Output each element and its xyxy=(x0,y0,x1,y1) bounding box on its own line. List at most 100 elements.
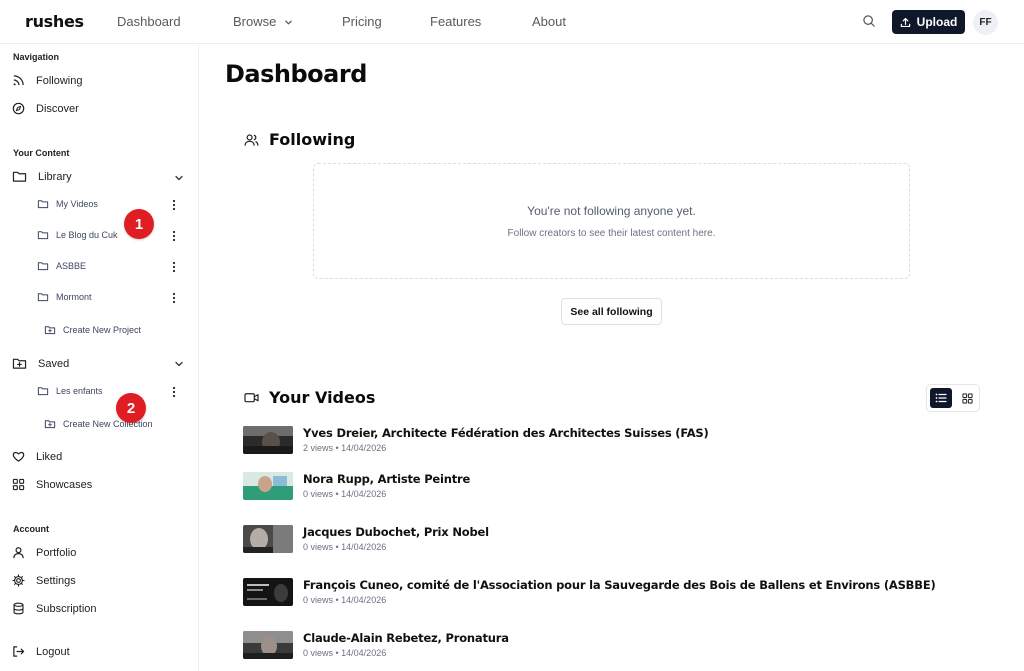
video-title[interactable]: Yves Dreier, Architecte Fédération des A… xyxy=(303,426,709,440)
folder-icon xyxy=(37,293,49,302)
sidebar-item-label: Settings xyxy=(36,574,76,587)
nav-pricing[interactable]: Pricing xyxy=(342,14,382,29)
your-videos-title-label: Your Videos xyxy=(269,388,376,407)
folder-icon xyxy=(37,231,49,240)
sidebar-item-label: Logout xyxy=(36,645,70,658)
sidebar-item-showcases[interactable]: Showcases xyxy=(12,478,92,491)
sidebar-item-label: Following xyxy=(36,74,83,87)
section-label-account: Account xyxy=(13,524,49,534)
video-title[interactable]: François Cuneo, comité de l'Association … xyxy=(303,578,936,592)
search-button[interactable] xyxy=(862,14,878,30)
logout-icon xyxy=(13,646,25,657)
more-options-icon[interactable] xyxy=(171,386,177,398)
upload-icon xyxy=(900,17,910,27)
following-title-label: Following xyxy=(269,130,356,149)
upload-label: Upload xyxy=(916,15,958,29)
video-row[interactable]: Claude-Alain Rebetez, Pronatura 0 views … xyxy=(243,631,983,661)
section-label-navigation: Navigation xyxy=(13,52,60,62)
saved-item-les-enfants[interactable]: Les enfants xyxy=(37,386,103,396)
video-thumbnail[interactable] xyxy=(243,578,293,606)
empty-state-subtitle: Follow creators to see their latest cont… xyxy=(507,228,716,239)
sidebar-item-saved[interactable]: Saved xyxy=(12,357,69,370)
see-all-following-button[interactable]: See all following xyxy=(561,298,662,325)
library-item-label: Le Blog du Cuk xyxy=(56,230,118,240)
list-view-button[interactable] xyxy=(930,388,952,408)
folder-plus-icon xyxy=(44,326,56,335)
video-row[interactable]: Jacques Dubochet, Prix Nobel 0 views • 1… xyxy=(243,525,983,555)
list-icon xyxy=(935,393,947,403)
video-camera-icon xyxy=(244,393,259,403)
chevron-down-icon[interactable] xyxy=(174,359,184,369)
library-item-le-blog-du-cuk[interactable]: Le Blog du Cuk xyxy=(37,230,118,240)
top-navbar: rushes Dashboard Browse Pricing Features… xyxy=(0,0,1024,44)
sidebar-item-library[interactable]: Library xyxy=(12,170,72,183)
video-meta: 0 views • 14/04/2026 xyxy=(303,595,387,605)
avatar[interactable]: FF xyxy=(973,10,998,35)
folder-plus-icon xyxy=(44,420,56,429)
video-thumbnail[interactable] xyxy=(243,631,293,659)
video-title[interactable]: Nora Rupp, Artiste Peintre xyxy=(303,472,470,486)
users-icon xyxy=(244,133,259,146)
video-meta: 0 views • 14/04/2026 xyxy=(303,489,387,499)
sidebar-item-label: Showcases xyxy=(36,478,93,491)
create-new-project-button[interactable]: Create New Project xyxy=(44,325,141,335)
saved-item-label: Les enfants xyxy=(56,386,103,396)
library-item-asbbe[interactable]: ASBBE xyxy=(37,261,86,271)
sidebar-item-label: Saved xyxy=(38,357,70,370)
video-row[interactable]: François Cuneo, comité de l'Association … xyxy=(243,578,983,608)
sidebar-item-label: Library xyxy=(38,170,72,183)
folder-icon xyxy=(37,262,49,271)
library-item-label: My Videos xyxy=(56,199,98,209)
video-meta: 0 views • 14/04/2026 xyxy=(303,542,387,552)
create-new-project-label: Create New Project xyxy=(63,325,142,335)
following-empty-state: You're not following anyone yet. Follow … xyxy=(313,163,910,279)
video-thumbnail[interactable] xyxy=(243,472,293,500)
nav-about[interactable]: About xyxy=(532,14,566,29)
page-title: Dashboard xyxy=(225,60,367,88)
search-icon xyxy=(863,15,875,27)
sidebar-item-settings[interactable]: Settings xyxy=(12,574,76,587)
library-item-mormont[interactable]: Mormont xyxy=(37,292,92,302)
more-options-icon[interactable] xyxy=(171,261,177,273)
annotation-badge-1: 1 xyxy=(124,209,154,239)
video-row[interactable]: Yves Dreier, Architecte Fédération des A… xyxy=(243,426,983,456)
nav-features[interactable]: Features xyxy=(430,14,481,29)
logo[interactable]: rushes xyxy=(25,12,84,31)
more-options-icon[interactable] xyxy=(171,230,177,242)
gear-icon xyxy=(12,574,25,587)
nav-browse-label: Browse xyxy=(233,14,277,29)
library-item-label: ASBBE xyxy=(56,261,87,271)
video-thumbnail[interactable] xyxy=(243,426,293,454)
chevron-down-icon[interactable] xyxy=(174,173,184,183)
sidebar: Navigation Following Discover Your Conte… xyxy=(0,45,199,671)
sidebar-item-portfolio[interactable]: Portfolio xyxy=(12,546,76,559)
chevron-down-icon xyxy=(285,20,292,25)
video-thumbnail[interactable] xyxy=(243,525,293,553)
sidebar-item-label: Portfolio xyxy=(36,546,77,559)
sidebar-item-subscription[interactable]: Subscription xyxy=(12,602,97,615)
video-row[interactable]: Nora Rupp, Artiste Peintre 0 views • 14/… xyxy=(243,472,983,502)
video-title[interactable]: Jacques Dubochet, Prix Nobel xyxy=(303,525,489,539)
nav-dashboard[interactable]: Dashboard xyxy=(117,14,181,29)
more-options-icon[interactable] xyxy=(171,199,177,211)
rss-icon xyxy=(13,75,24,86)
folder-plus-icon xyxy=(12,358,27,369)
folder-icon xyxy=(37,200,49,209)
upload-button[interactable]: Upload xyxy=(892,10,965,34)
nav-browse[interactable]: Browse xyxy=(233,14,293,29)
grid-view-button[interactable] xyxy=(956,388,978,408)
video-title[interactable]: Claude-Alain Rebetez, Pronatura xyxy=(303,631,509,645)
sidebar-item-label: Discover xyxy=(36,102,79,115)
video-meta: 0 views • 14/04/2026 xyxy=(303,648,387,658)
compass-icon xyxy=(12,102,25,115)
library-item-my-videos[interactable]: My Videos xyxy=(37,199,98,209)
grid-icon xyxy=(12,478,25,491)
more-options-icon[interactable] xyxy=(171,292,177,304)
sidebar-item-following[interactable]: Following xyxy=(12,74,82,87)
sidebar-item-label: Liked xyxy=(36,450,63,463)
section-label-your-content: Your Content xyxy=(13,148,70,158)
folder-icon xyxy=(37,387,49,396)
sidebar-item-liked[interactable]: Liked xyxy=(12,450,62,463)
sidebar-item-discover[interactable]: Discover xyxy=(12,102,79,115)
sidebar-item-logout[interactable]: Logout xyxy=(12,645,70,658)
